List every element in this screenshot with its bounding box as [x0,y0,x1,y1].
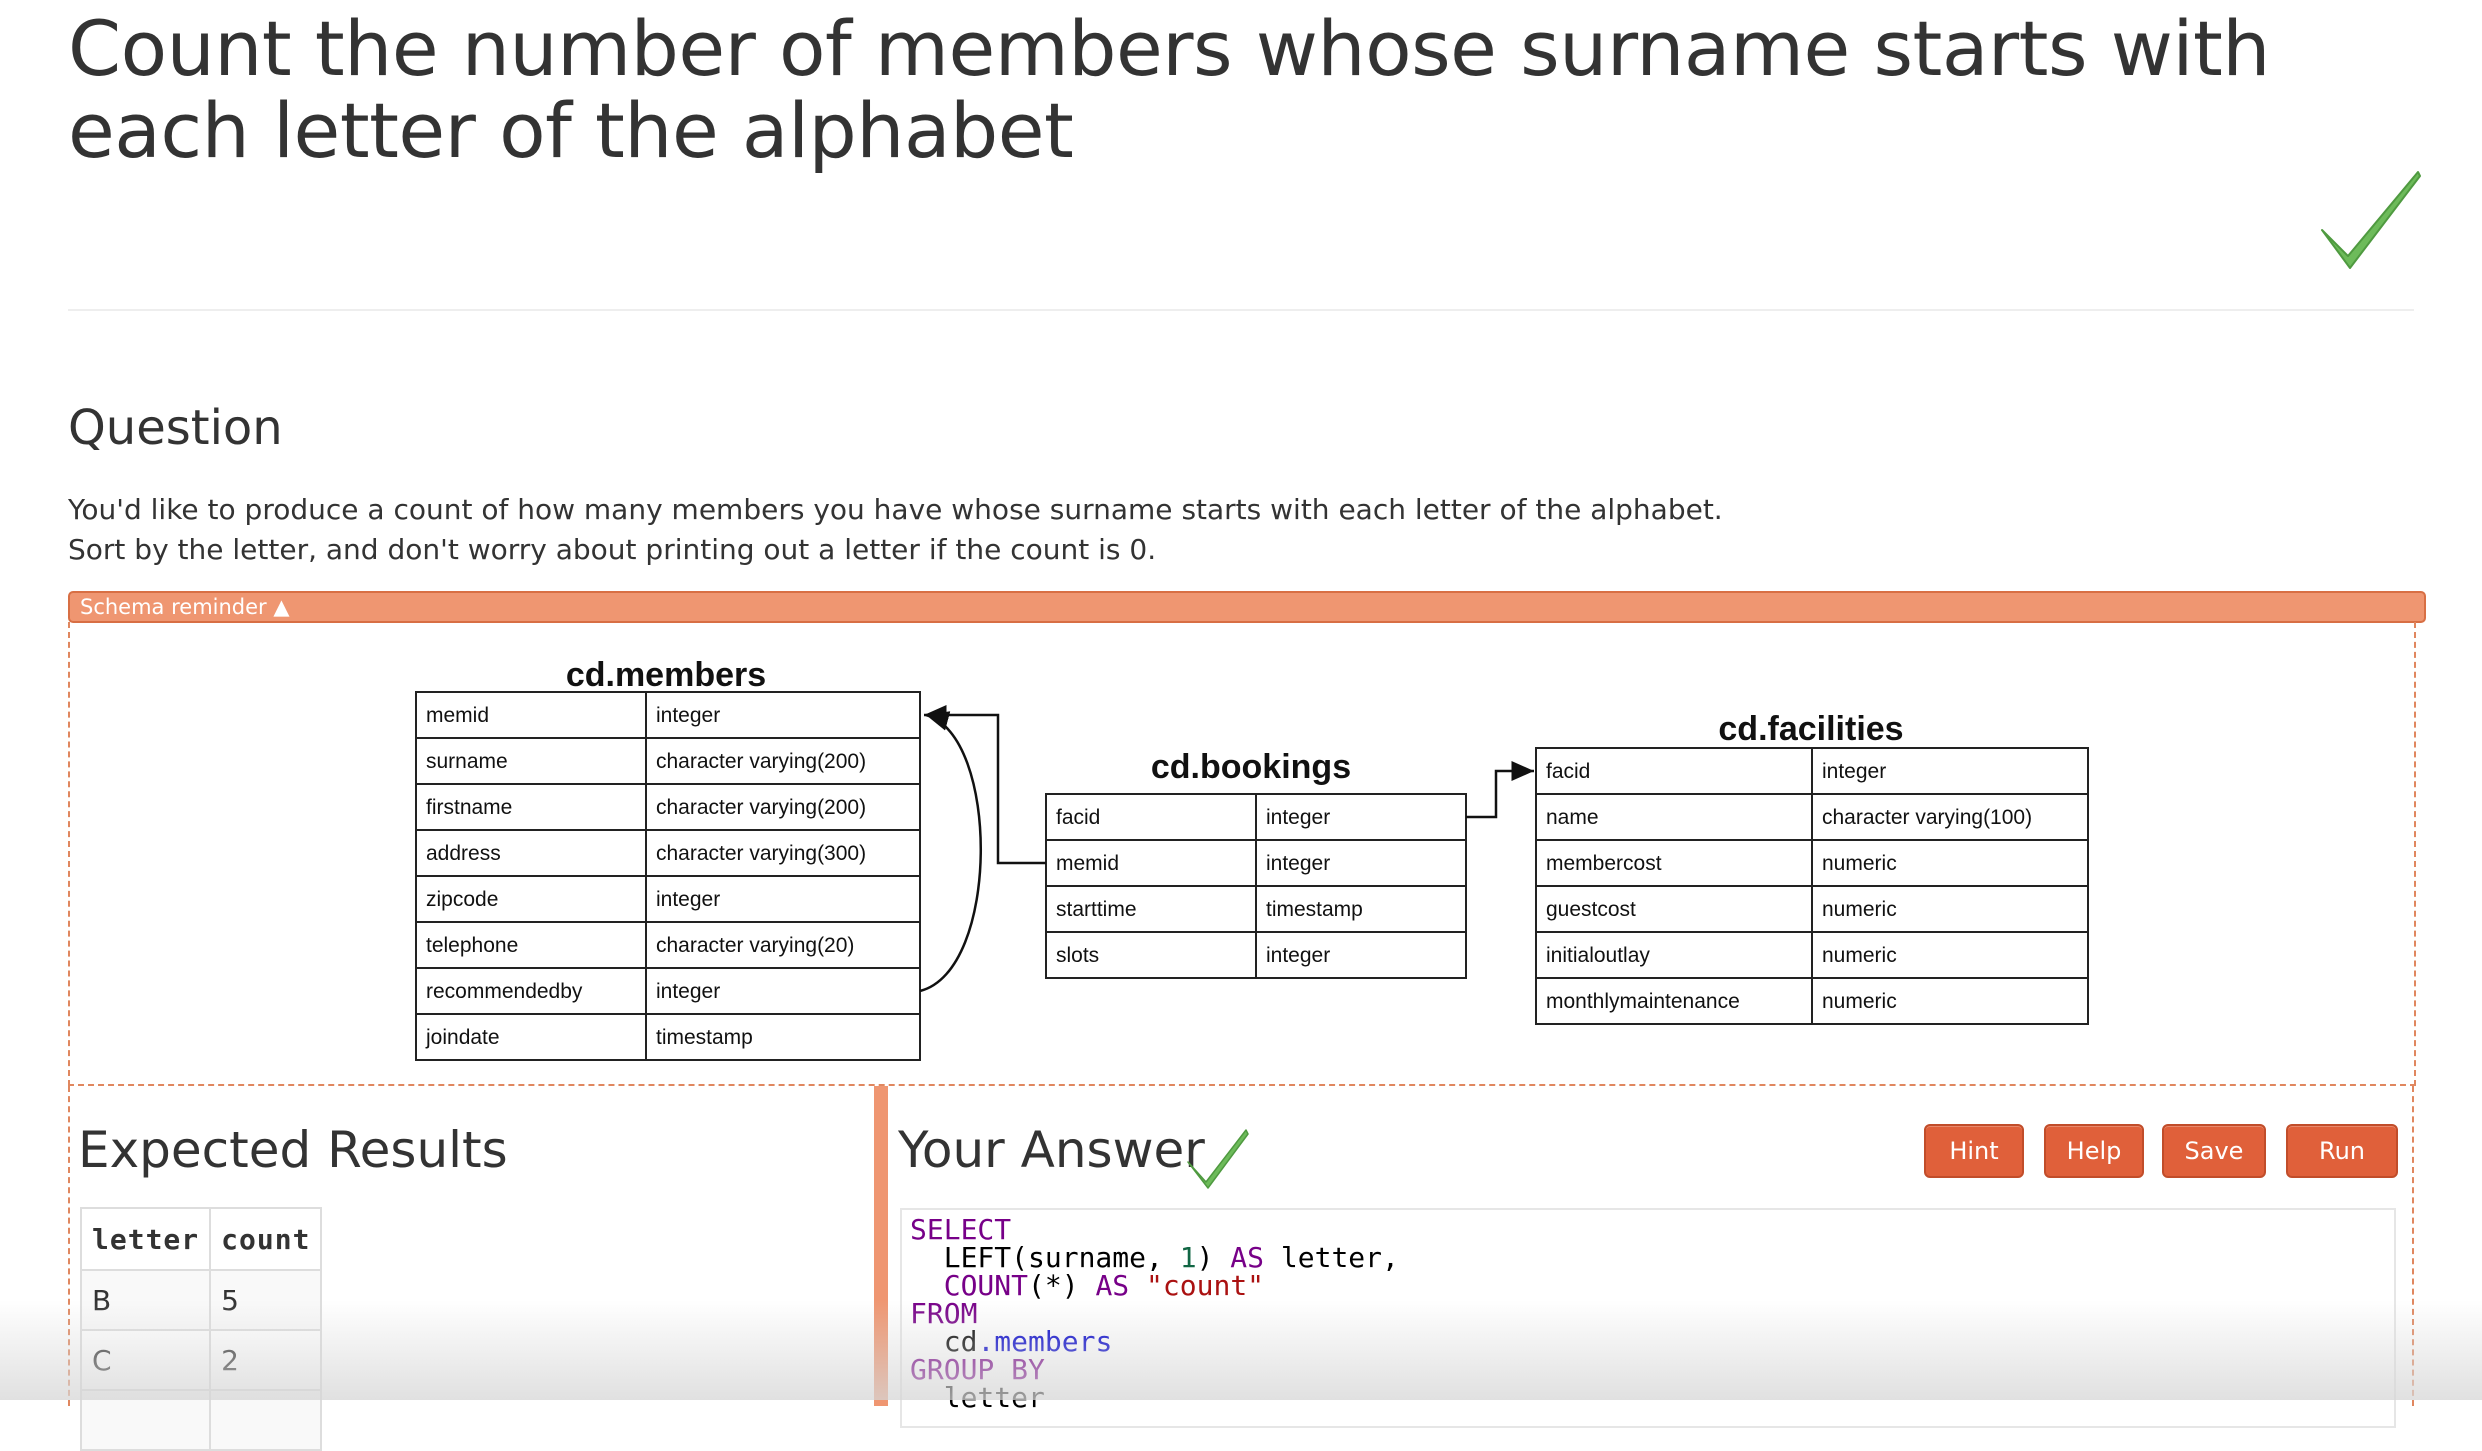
code-line: letter [910,1384,2394,1412]
fk-connector [919,711,982,993]
schema-column-name: starttime [1056,898,1137,921]
schema-column-type: numeric [1822,990,1897,1013]
expected-results-heading: Expected Results [78,1121,508,1179]
schema-column-type: character varying(20) [656,934,854,957]
schema-panel: cd.members memid integer surname character v… [68,622,2416,1086]
schema-table-title: cd.facilities [1718,710,1903,748]
page-title: Count the number of members whose surnam… [68,4,2270,175]
schema-table-title: cd.members [566,656,766,694]
your-answer-heading: Your Answer [898,1121,1205,1179]
panel-resize-handle[interactable] [874,1086,888,1406]
schema-column-type: integer [1266,852,1330,875]
check-icon [2321,171,2421,269]
schema-column-name: monthlymaintenance [1546,990,1740,1013]
schema-column-type: numeric [1822,852,1897,875]
table-cell: 2 [209,1329,323,1391]
schema-column-type: character varying(300) [656,842,866,865]
question-heading: Question [68,400,283,456]
sql-editor[interactable]: SELECT LEFT(surname, 1) AS letter, COUNT… [900,1208,2396,1428]
fk-connector [1466,761,1534,819]
schema-reminder-toggle[interactable]: Schema reminder ▲ [68,591,2426,623]
question-text: You'd like to produce a count of how man… [68,490,1723,570]
schema-column-name: recommendedby [426,980,583,1003]
schema-table-title: cd.bookings [1151,748,1351,786]
schema-column-name: memid [426,704,489,727]
schema-column-type: timestamp [656,1026,753,1049]
expected-results-table: letter count B 5 C 2 [79,1207,323,1451]
schema-column-name: telephone [426,934,518,957]
column-header-letter: letter [79,1207,212,1271]
schema-column-name: guestcost [1546,898,1636,921]
schema-column-name: facid [1056,806,1100,829]
sql-text: letter [910,1381,1045,1414]
schema-column-name: joindate [425,1026,500,1049]
schema-column-type: timestamp [1266,898,1363,921]
code-line: GROUP BY [910,1356,2394,1384]
code-line: cd.members [910,1328,2394,1356]
schema-column-name: firstname [426,796,512,819]
sql-string: "count" [1146,1269,1265,1302]
table-row: C 2 [79,1329,323,1391]
schema-column-name: memid [1056,852,1119,875]
code-line: FROM [910,1300,2394,1328]
question-line: Sort by the letter, and don't worry abou… [68,533,1157,566]
hint-button[interactable]: Hint [1924,1124,2024,1178]
schema-column-type: integer [1266,806,1330,829]
table-cell: B [79,1269,212,1331]
run-query-button[interactable]: Run Query [2286,1124,2398,1215]
table-cell: 5 [209,1269,323,1331]
schema-column-name: slots [1056,944,1099,967]
schema-column-type: integer [656,980,720,1003]
schema-column-name: zipcode [426,888,498,911]
table-header-row: letter count [79,1207,323,1271]
table-cell [209,1389,323,1451]
schema-column-name: membercost [1546,852,1662,875]
code-line: LEFT(surname, 1) AS letter, [910,1244,2394,1272]
expected-results-panel: Expected Results letter count B 5 C 2 [68,1086,876,1451]
code-line: COUNT(*) AS "count" [910,1272,2394,1300]
sql-keyword: AS [1095,1269,1130,1302]
sql-text: (*) [1028,1269,1096,1302]
schema-column-type: integer [656,704,720,727]
question-line: You'd like to produce a count of how man… [68,493,1723,526]
schema-column-name: surname [426,750,508,773]
fk-connector [924,705,1046,865]
table-row [79,1389,323,1451]
save-button[interactable]: Save [2162,1124,2266,1178]
code-line: SELECT [910,1216,2394,1244]
schema-column-name: facid [1546,760,1590,783]
sql-text: letter, [1264,1241,1399,1274]
schema-column-type: numeric [1822,898,1897,921]
schema-column-type: integer [1822,760,1886,783]
schema-column-name: address [426,842,501,865]
schema-diagram: cd.members memid integer surname character v… [415,656,2089,1061]
schema-column-name: initialoutlay [1546,944,1650,967]
schema-column-type: integer [1266,944,1330,967]
column-header-count: count [209,1207,323,1271]
table-cell: C [79,1329,212,1391]
table-cell [79,1389,212,1451]
schema-column-type: character varying(200) [656,796,866,819]
schema-column-type: character varying(200) [656,750,866,773]
schema-column-type: character varying(100) [1822,806,2032,829]
schema-column-type: numeric [1822,944,1897,967]
help-button[interactable]: Help [2044,1124,2144,1178]
table-row: B 5 [79,1269,323,1331]
title-divider [68,309,2414,311]
schema-column-name: name [1546,806,1599,829]
check-icon [1187,1129,1249,1189]
schema-column-type: integer [656,888,720,911]
your-answer-panel: Your Answer Hint Help Save Run Query SEL… [888,1086,2414,1428]
